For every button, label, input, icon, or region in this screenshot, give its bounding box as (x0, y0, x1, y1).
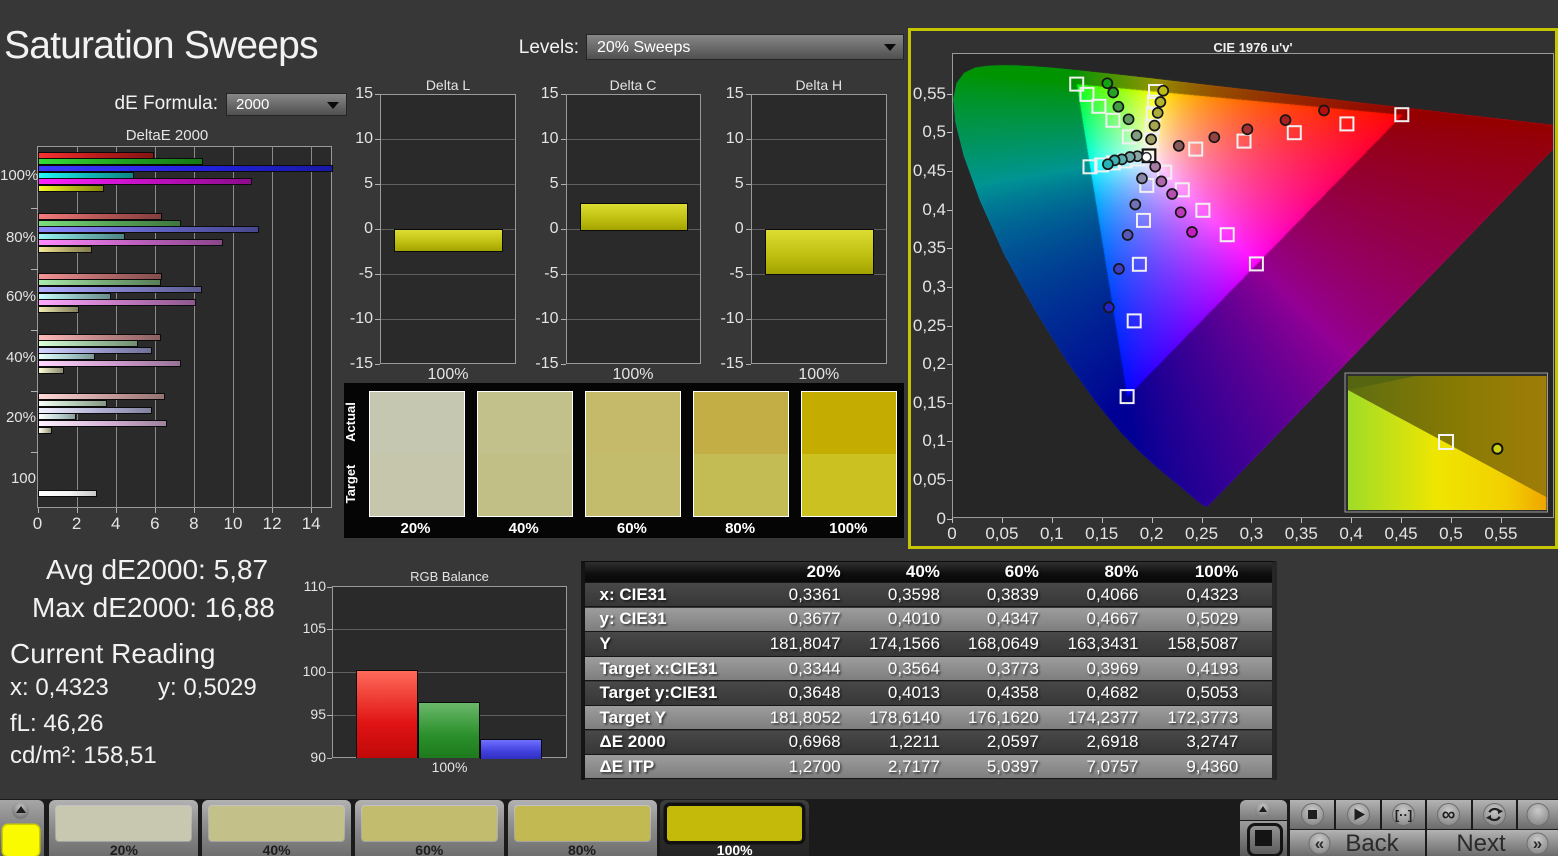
svg-text:»: » (1533, 834, 1542, 853)
svg-text:∞: ∞ (1442, 805, 1456, 826)
svg-text:[··]: [··] (1395, 808, 1412, 823)
svg-text:Back: Back (1345, 830, 1399, 856)
svg-text:Next: Next (1456, 830, 1506, 856)
svg-text:«: « (1315, 834, 1324, 853)
